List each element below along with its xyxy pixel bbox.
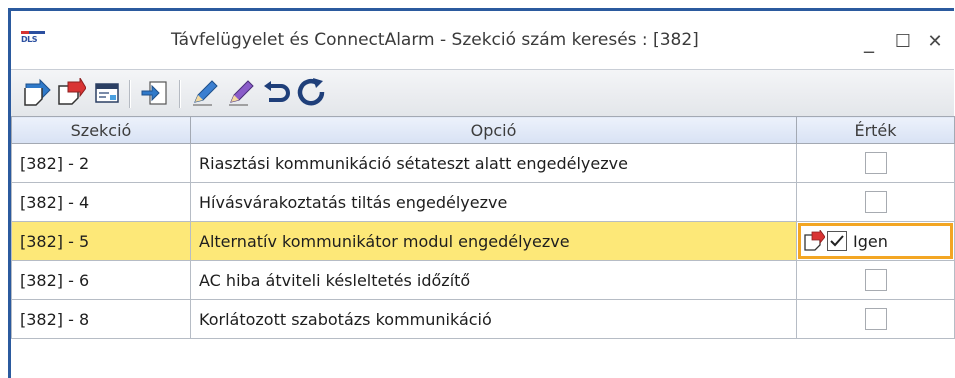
column-header-value[interactable]: Érték: [796, 116, 955, 144]
download-icon[interactable]: [55, 77, 87, 109]
table-row-selected[interactable]: [382] - 5 Alternatív kommunikátor modul …: [11, 221, 955, 261]
option-cell: AC hiba átviteli késleltetés időzítő: [190, 260, 797, 300]
minimize-button[interactable]: _: [857, 29, 881, 53]
table-row[interactable]: [382] - 6 AC hiba átviteli késleltetés i…: [11, 260, 955, 300]
value-cell: [796, 182, 955, 222]
value-checkbox[interactable]: [864, 191, 887, 213]
title-bar[interactable]: DLS Távfelügyelet és ConnectAlarm - Szek…: [11, 11, 954, 69]
option-cell: Hívásvárakoztatás tiltás engedélyezve: [190, 182, 797, 222]
options-grid: Szekció Opció Érték [382] - 2 Riasztási …: [11, 116, 955, 339]
edit-icon[interactable]: [189, 77, 221, 109]
section-cell: [382] - 4: [11, 182, 191, 222]
value-cell: Igen: [796, 221, 955, 261]
undo-icon[interactable]: [261, 77, 293, 109]
section-cell: [382] - 8: [11, 299, 191, 339]
edit-alt-icon[interactable]: [225, 77, 257, 109]
value-cell: [796, 299, 955, 339]
dls-logo: DLS: [21, 31, 45, 47]
checkmark-icon: [830, 235, 844, 247]
value-label: Igen: [853, 231, 888, 251]
column-header-section[interactable]: Szekció: [11, 116, 191, 144]
app-window: DLS Távfelügyelet és ConnectAlarm - Szek…: [8, 8, 955, 378]
table-row[interactable]: [382] - 8 Korlátozott szabotázs kommunik…: [11, 299, 955, 339]
value-cell: [796, 143, 955, 183]
header-row: Szekció Opció Érték: [11, 116, 955, 144]
upload-icon[interactable]: [21, 77, 53, 109]
import-icon[interactable]: [139, 77, 171, 109]
value-checkbox[interactable]: [864, 152, 887, 174]
section-cell: [382] - 5: [11, 221, 191, 261]
close-button[interactable]: ✕: [923, 29, 947, 53]
maximize-button[interactable]: ☐: [891, 29, 915, 53]
window-icon[interactable]: [91, 77, 123, 109]
modified-icon: [804, 230, 825, 251]
value-editor[interactable]: Igen: [798, 223, 953, 259]
value-cell: [796, 260, 955, 300]
value-checkbox[interactable]: [864, 269, 887, 291]
value-checkbox-checked[interactable]: [827, 231, 847, 251]
table-row[interactable]: [382] - 4 Hívásvárakoztatás tiltás enged…: [11, 182, 955, 222]
value-checkbox[interactable]: [864, 308, 887, 330]
option-cell: Korlátozott szabotázs kommunikáció: [190, 299, 797, 339]
section-cell: [382] - 2: [11, 143, 191, 183]
window-title: Távfelügyelet és ConnectAlarm - Szekció …: [171, 30, 699, 50]
refresh-icon[interactable]: [295, 77, 327, 109]
section-cell: [382] - 6: [11, 260, 191, 300]
column-header-option[interactable]: Opció: [190, 116, 797, 144]
toolbar: [11, 69, 954, 117]
option-cell: Alternatív kommunikátor modul engedélyez…: [190, 221, 797, 261]
option-cell: Riasztási kommunikáció sétateszt alatt e…: [190, 143, 797, 183]
table-row[interactable]: [382] - 2 Riasztási kommunikáció sétates…: [11, 143, 955, 183]
